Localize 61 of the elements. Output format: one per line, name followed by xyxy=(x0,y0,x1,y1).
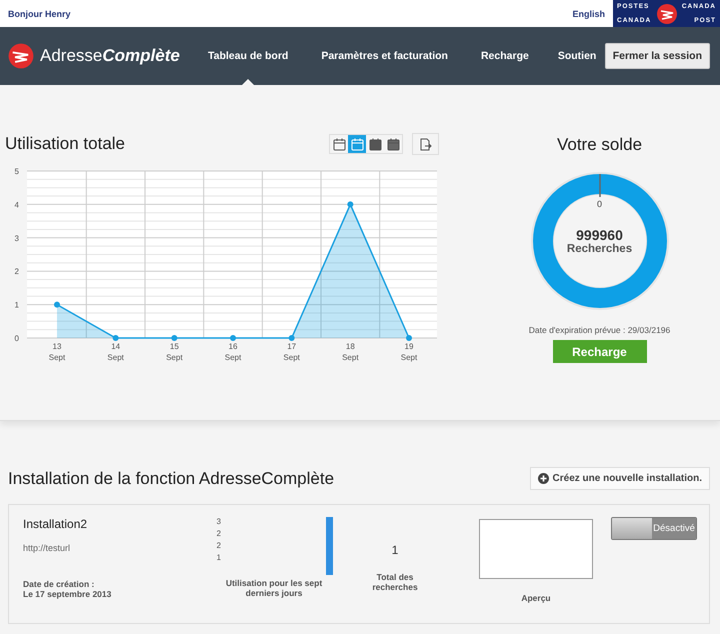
logout-button[interactable]: Fermer la session xyxy=(604,43,710,69)
plus-circle-icon xyxy=(538,473,549,484)
language-link[interactable]: English xyxy=(572,8,605,18)
axis-tick-label: 2 xyxy=(216,541,221,550)
expiry-date: Date d'expiration prévue : 29/03/2196 xyxy=(528,325,670,335)
brand-name: AdresseComplète xyxy=(40,46,180,66)
axis-tick-label: 2 xyxy=(14,267,19,276)
gauge-marker-label: 0 xyxy=(597,199,602,209)
axis-tick-label: 3 xyxy=(14,234,19,243)
export-icon xyxy=(419,138,432,150)
section-title: Votre solde xyxy=(556,135,642,155)
create-installation-button[interactable]: Créez une nouvelle installation. xyxy=(530,467,710,490)
creation-date: Le 17 septembre 2013 xyxy=(23,589,112,599)
axis-tick-label: 2 xyxy=(216,529,221,538)
period-toggle-button[interactable] xyxy=(330,135,348,153)
axis-category-label: 13 Sept xyxy=(48,342,66,362)
period-toggle-button[interactable] xyxy=(366,135,384,153)
axis-tick-label: 1 xyxy=(216,553,221,562)
axis-category-label: 15 Sept xyxy=(166,342,183,362)
greeting: Bonjour Henry xyxy=(8,8,72,18)
axis-category-label: 14 Sept xyxy=(107,342,124,362)
axis-category-label: 19 Sept xyxy=(400,342,418,362)
calendar-icon xyxy=(332,138,346,150)
data-point xyxy=(112,335,119,341)
calendar-icon xyxy=(350,138,364,150)
axis-tick-label: 5 xyxy=(14,167,19,176)
nav-tab[interactable]: Soutien xyxy=(558,27,596,85)
data-point xyxy=(288,335,295,341)
period-toggle-button[interactable] xyxy=(348,135,366,153)
installation-url: http://testurl xyxy=(23,543,72,553)
export-button[interactable] xyxy=(412,133,439,155)
axis-tick-label: 3 xyxy=(216,517,221,526)
axis-category-label: 16 Sept xyxy=(224,342,242,362)
calendar-icon xyxy=(368,138,382,150)
data-point xyxy=(171,335,178,341)
nav-tab[interactable]: Tableau de bord xyxy=(208,27,288,85)
axis-tick-label: 0 xyxy=(14,334,19,343)
balance-amount: 999960 xyxy=(576,227,623,243)
installation-name: Installation2 xyxy=(23,517,88,531)
usage-label: Utilisation pour les sept derniers jours xyxy=(224,578,324,598)
data-point xyxy=(54,302,60,308)
total-searches: 1 xyxy=(390,543,400,557)
section-title: Installation de la fonction AdresseComplète xyxy=(8,468,336,488)
axis-tick-label: 4 xyxy=(14,200,19,210)
preview-label: Aperçu xyxy=(520,593,552,603)
calendar-icon xyxy=(386,138,400,150)
data-point xyxy=(406,335,412,341)
axis-category-label: 17 Sept xyxy=(283,342,300,362)
creation-date-label: Date de création : xyxy=(23,579,96,589)
axis-tick-label: 1 xyxy=(14,300,19,310)
activation-toggle[interactable]: Désactivé xyxy=(611,517,697,540)
nav-tab[interactable]: Recharge xyxy=(480,27,529,85)
usage-bar xyxy=(326,517,333,575)
data-point xyxy=(230,335,236,341)
data-point xyxy=(347,201,354,208)
balance-unit: Recherches xyxy=(566,243,632,255)
axis-category-label: 18 Sept xyxy=(342,342,359,362)
period-toggle-button[interactable] xyxy=(384,135,402,153)
nav-tab[interactable]: Paramètres et facturation xyxy=(321,27,448,85)
total-label: Total des recherches xyxy=(371,572,419,592)
section-title: Utilisation totale xyxy=(5,134,126,154)
